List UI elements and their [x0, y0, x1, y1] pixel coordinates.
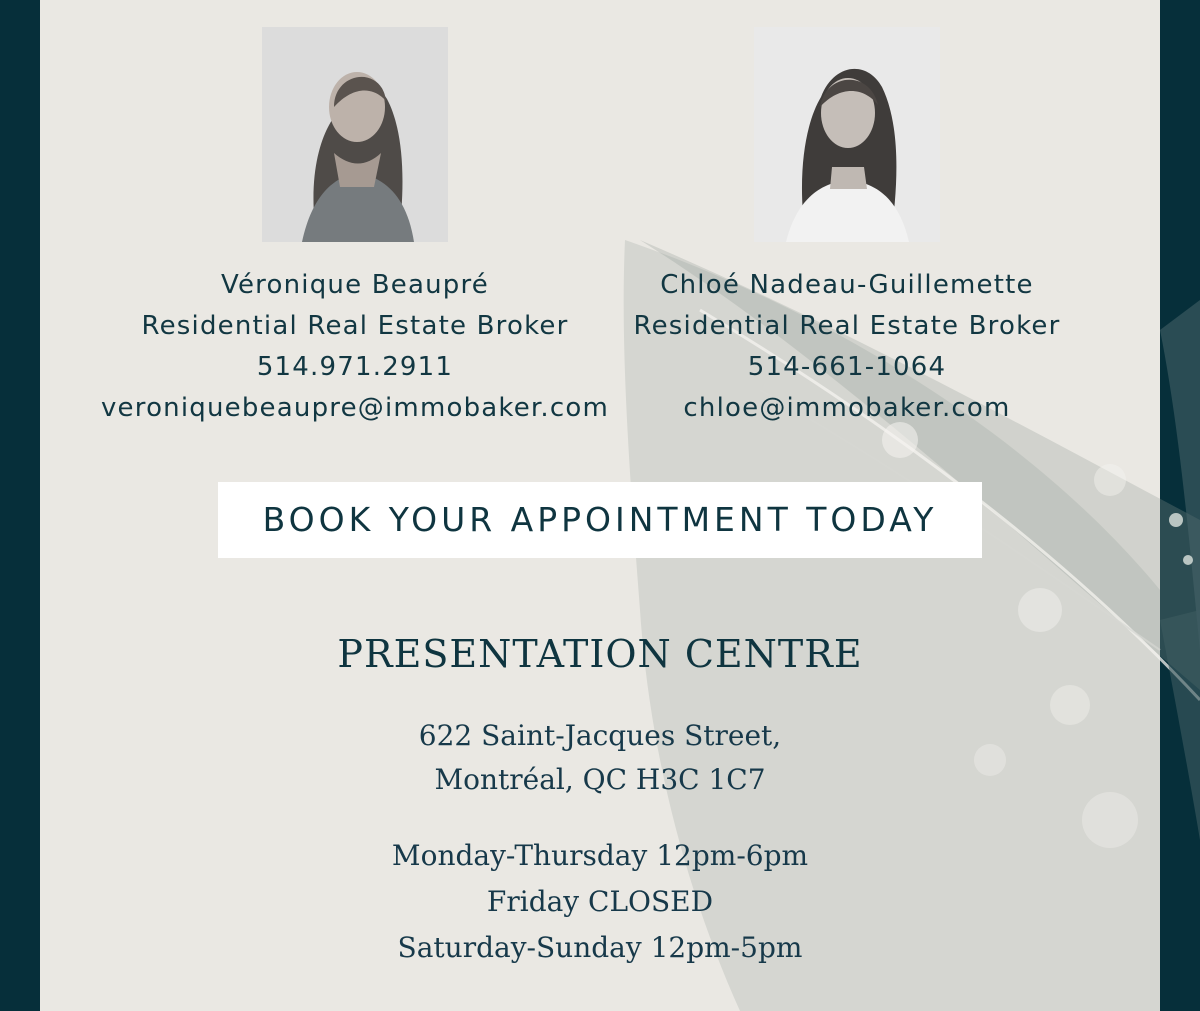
email-page: Véronique Beaupré Residential Real Estat… — [0, 0, 1200, 1011]
agent-card-chloe: Chloé Nadeau-Guillemette Residential Rea… — [587, 27, 1107, 429]
agent-photo — [262, 27, 448, 242]
agent-phone[interactable]: 514.971.2911 — [95, 347, 615, 388]
agent-card-veronique: Véronique Beaupré Residential Real Estat… — [95, 27, 615, 429]
agent-details: Chloé Nadeau-Guillemette Residential Rea… — [587, 265, 1107, 429]
agent-email[interactable]: veroniquebeaupre@immobaker.com — [95, 388, 615, 429]
agent-role: Residential Real Estate Broker — [141, 311, 569, 341]
book-appointment-button[interactable]: BOOK YOUR APPOINTMENT TODAY — [218, 482, 982, 558]
agent-name: Véronique Beaupré — [221, 270, 489, 300]
agent-name: Chloé Nadeau-Guillemette — [660, 270, 1034, 300]
agent-role: Residential Real Estate Broker — [633, 311, 1061, 341]
hours-line: Friday CLOSED — [486, 885, 714, 918]
presentation-centre-title: PRESENTATION CENTRE — [337, 632, 863, 676]
agent-photo — [754, 27, 940, 242]
agent-email[interactable]: chloe@immobaker.com — [587, 388, 1107, 429]
agent-phone[interactable]: 514-661-1064 — [587, 347, 1107, 388]
address-line-1: 622 Saint-Jacques Street, — [418, 719, 782, 752]
address-line-2: Montréal, QC H3C 1C7 — [434, 763, 766, 796]
hours-line: Monday-Thursday 12pm-6pm — [391, 839, 809, 872]
agent-details: Véronique Beaupré Residential Real Estat… — [95, 265, 615, 429]
main-content: Véronique Beaupré Residential Real Estat… — [0, 0, 1200, 1011]
hours-line: Saturday-Sunday 12pm-5pm — [397, 931, 803, 964]
presentation-centre-address: 622 Saint-Jacques Street, Montréal, QC H… — [220, 714, 980, 802]
opening-hours: Monday-Thursday 12pm-6pm Friday CLOSED S… — [220, 833, 980, 971]
